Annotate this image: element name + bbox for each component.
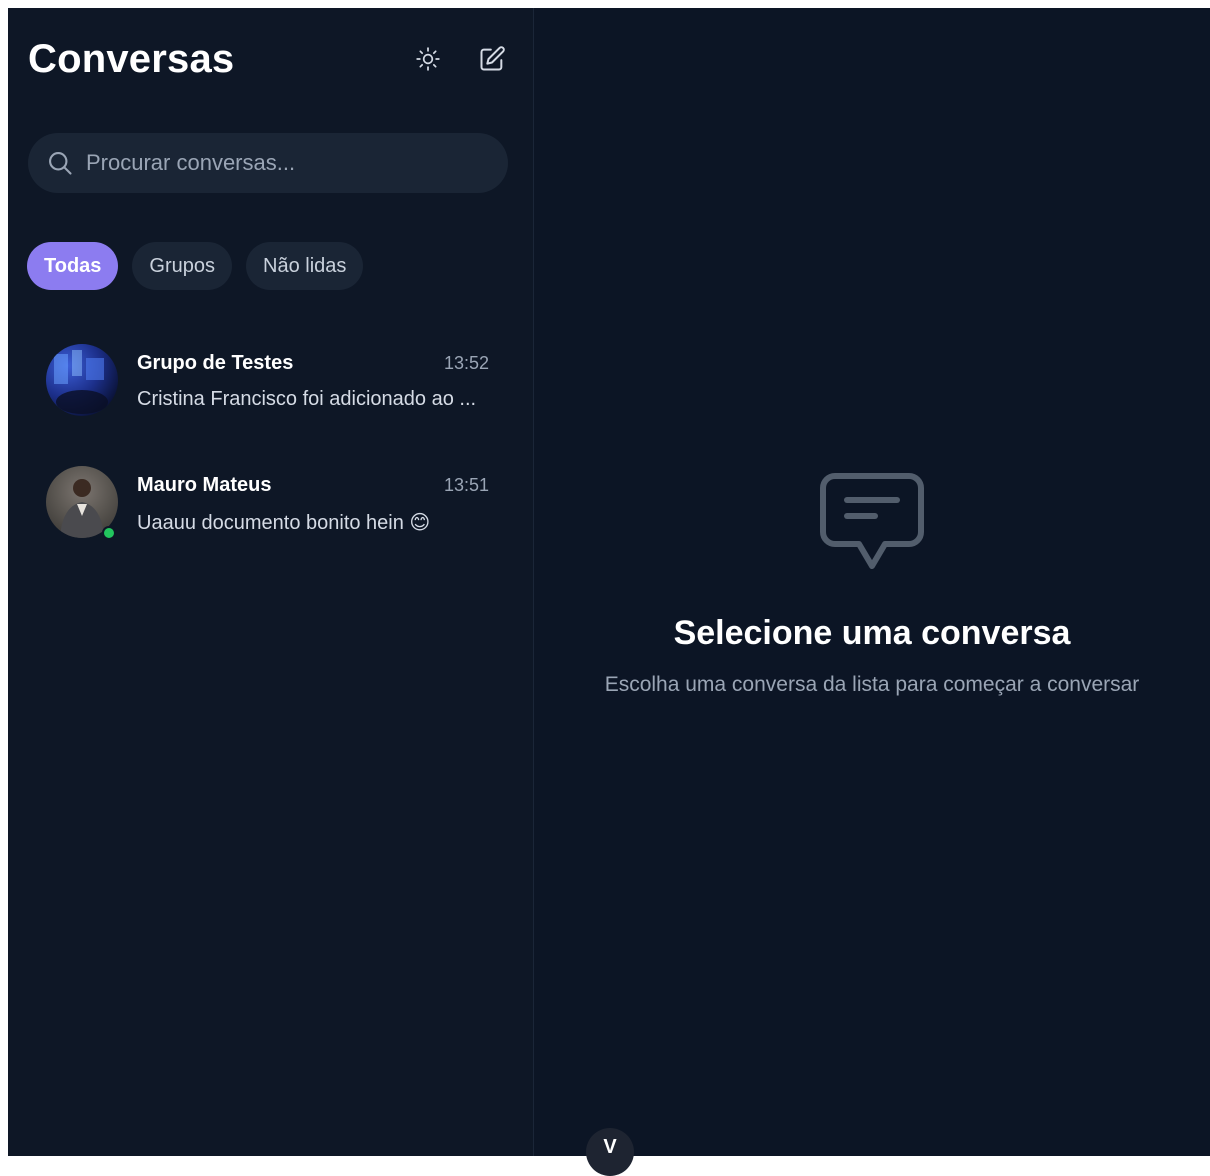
conversation-name: Mauro Mateus (137, 474, 272, 496)
filter-all[interactable]: Todas (27, 242, 119, 290)
empty-state-subtitle: Escolha uma conversa da lista para começ… (604, 673, 1140, 696)
theme-toggle-button[interactable] (411, 42, 445, 76)
search-icon (49, 152, 72, 175)
filter-groups[interactable]: Grupos (132, 242, 233, 290)
filter-chips: Todas Grupos Não lidas (27, 242, 364, 290)
conversation-item[interactable]: Grupo de Testes 13:52 Cristina Francisco… (8, 328, 533, 450)
conversation-item[interactable]: Mauro Mateus 13:51 Uaauu documento bonit… (8, 450, 533, 572)
conversation-time: 13:51 (443, 475, 489, 495)
conversation-preview: Uaauu documento bonito hein 😊 (137, 512, 431, 534)
chat-bubble-icon (820, 473, 924, 569)
conversation-panel: Selecione uma conversa Escolha uma conve… (534, 8, 1210, 1156)
sidebar-header: Conversas (28, 34, 515, 84)
edit-icon (480, 46, 505, 71)
conversation-list: Grupo de Testes 13:52 Cristina Francisco… (8, 328, 533, 572)
search-bar (28, 133, 508, 193)
header-actions (411, 42, 515, 76)
sidebar: Conversas Procurar conversas... Todas Gr… (8, 8, 534, 1156)
empty-state: Selecione uma conversa Escolha uma conve… (534, 470, 1210, 697)
conversation-name: Grupo de Testes (137, 352, 294, 374)
sun-icon (416, 47, 440, 71)
app: Conversas Procurar conversas... Todas Gr… (8, 8, 1210, 1176)
filter-unread[interactable]: Não lidas (246, 242, 364, 290)
online-status-dot (102, 526, 116, 540)
search-input[interactable] (86, 150, 466, 176)
new-conversation-button[interactable] (475, 42, 509, 76)
empty-state-title: Selecione uma conversa (673, 614, 1071, 652)
avatar (46, 344, 118, 416)
conversation-preview: Cristina Francisco foi adicionado ao ... (137, 388, 477, 410)
page-title: Conversas (28, 36, 235, 81)
collapse-toggle-button[interactable]: V (586, 1128, 634, 1176)
conversation-time: 13:52 (443, 353, 489, 373)
